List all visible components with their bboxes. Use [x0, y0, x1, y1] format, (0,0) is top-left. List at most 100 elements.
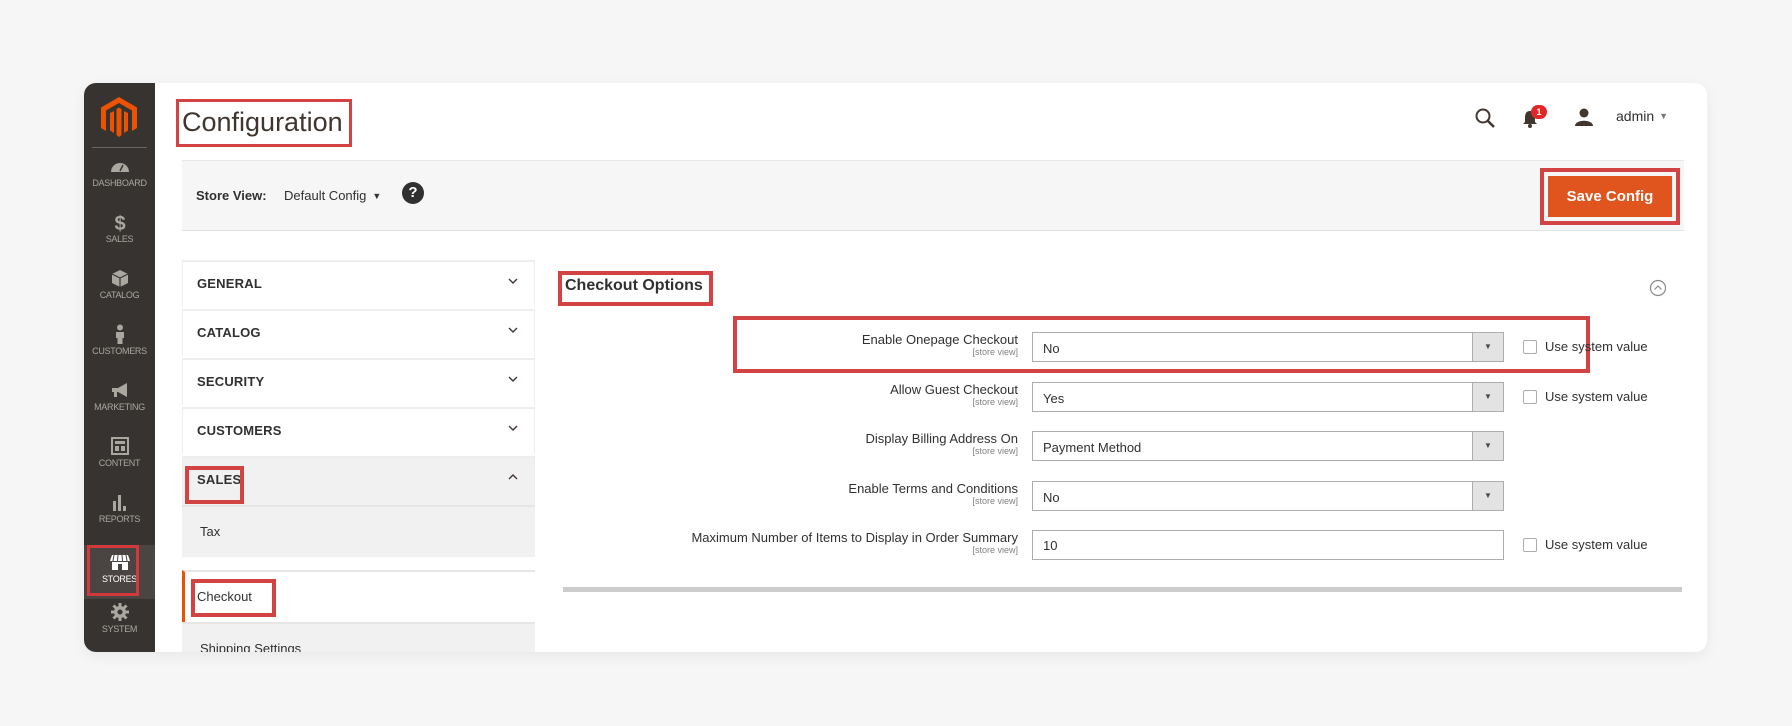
box-icon [111, 270, 128, 287]
config-item-label: Shipping Settings [200, 641, 302, 652]
sidebar-item-marketing[interactable]: Marketing [84, 379, 155, 435]
field-label: Enable Onepage Checkout [store view] [862, 332, 1018, 358]
sidebar-item-reports[interactable]: Reports [84, 491, 155, 547]
save-config-button[interactable]: Save Config [1548, 176, 1672, 217]
field-row-display-billing-address-on: Display Billing Address On [store view] … [554, 431, 1654, 463]
sidebar-item-catalog[interactable]: Catalog [84, 267, 155, 323]
config-item-label: Tax [200, 524, 221, 539]
dashboard-icon [110, 163, 129, 172]
config-section-security[interactable]: SECURITY [182, 358, 535, 405]
sidebar-item-label: System [101, 624, 138, 634]
admin-sidebar: Dashboard $ Sales Catalog Customers Mark… [84, 83, 155, 652]
chevron-up-icon [508, 474, 518, 480]
max-items-order-summary-input[interactable] [1032, 530, 1504, 560]
section-label: CUSTOMERS [197, 423, 282, 438]
field-label-text: Enable Onepage Checkout [861, 332, 1018, 347]
chevron-down-icon: ▼ [1659, 111, 1669, 121]
config-section-catalog[interactable]: CATALOG [182, 309, 535, 356]
admin-user-menu[interactable]: admin ▼ [1616, 108, 1668, 124]
stores-highlight-box [87, 545, 139, 596]
collapse-section-icon[interactable] [1649, 279, 1667, 297]
sidebar-divider [92, 147, 147, 148]
sidebar-item-label: Sales [105, 234, 134, 244]
field-label-text: Allow Guest Checkout [890, 382, 1018, 397]
dropdown-arrow-icon: ▼ [1472, 383, 1503, 411]
sidebar-item-label: Catalog [99, 290, 140, 300]
field-label: Allow Guest Checkout [store view] [890, 382, 1018, 408]
sidebar-item-label: Dashboard [92, 178, 147, 188]
field-row-max-items-order-summary: Maximum Number of Items to Display in Or… [554, 530, 1654, 562]
checkout-options-heading[interactable]: Checkout Options [565, 277, 703, 295]
field-label-text: Maximum Number of Items to Display in Or… [691, 530, 1018, 545]
admin-username: admin [1616, 108, 1655, 124]
sidebar-item-label: Reports [98, 514, 141, 524]
config-section-customers[interactable]: CUSTOMERS [182, 407, 535, 454]
sidebar-item-sales[interactable]: $ Sales [84, 211, 155, 267]
checkbox-label: Use system value [1545, 389, 1648, 404]
field-row-allow-guest-checkout: Allow Guest Checkout [store view] Yes ▼ … [554, 382, 1654, 414]
field-scope: [store view] [972, 446, 1018, 456]
select-value: No [1043, 341, 1060, 356]
field-label: Display Billing Address On [store view] [866, 431, 1018, 457]
display-billing-address-on-select[interactable]: Payment Method ▼ [1032, 431, 1504, 461]
dropdown-arrow-icon: ▼ [1472, 482, 1503, 510]
field-row-enable-terms-and-conditions: Enable Terms and Conditions [store view]… [554, 481, 1654, 513]
store-view-label: Store View: [196, 188, 267, 203]
checkbox-label: Use system value [1545, 339, 1648, 354]
section-divider [563, 587, 1682, 592]
enable-onepage-checkout-select[interactable]: No ▼ [1032, 332, 1504, 362]
chevron-down-icon [508, 425, 518, 431]
field-scope: [store view] [972, 545, 1018, 555]
config-section-general[interactable]: GENERAL [182, 260, 535, 307]
checkbox-box [1523, 538, 1537, 552]
checkbox-box [1523, 340, 1537, 354]
chevron-down-icon [508, 278, 518, 284]
section-label: CATALOG [197, 325, 261, 340]
field-scope: [store view] [972, 347, 1018, 357]
chevron-down-icon [508, 376, 518, 382]
dollar-icon: $ [114, 213, 125, 233]
config-section-nav: GENERAL CATALOG SECURITY CUSTOMERS SALES… [182, 260, 535, 652]
sidebar-item-label: Marketing [94, 402, 145, 412]
sidebar-item-dashboard[interactable]: Dashboard [84, 155, 155, 211]
config-item-tax[interactable]: Tax [182, 505, 535, 557]
sidebar-item-system[interactable]: System [84, 601, 155, 652]
svg-text:$: $ [114, 213, 125, 233]
sidebar-item-customers[interactable]: Customers [84, 323, 155, 379]
search-icon[interactable] [1474, 107, 1496, 129]
person-icon [115, 324, 124, 344]
megaphone-icon [111, 383, 127, 397]
store-view-bar: Store View: Default Config ▼ ? [182, 160, 1684, 231]
checkbox-label: Use system value [1545, 537, 1648, 552]
field-label: Maximum Number of Items to Display in Or… [691, 530, 1018, 556]
magento-logo-icon[interactable] [98, 95, 140, 139]
user-icon[interactable] [1574, 107, 1594, 127]
store-view-switcher[interactable]: Default Config ▼ [284, 188, 381, 203]
field-label-text: Enable Terms and Conditions [848, 481, 1018, 496]
help-icon[interactable]: ? [402, 182, 424, 204]
field-row-enable-onepage-checkout: Enable Onepage Checkout [store view] No … [554, 332, 1654, 364]
page-title: Configuration [182, 107, 343, 137]
field-label: Enable Terms and Conditions [store view] [848, 481, 1018, 507]
notification-badge: 1 [1531, 105, 1547, 119]
section-label: GENERAL [197, 276, 262, 291]
sidebar-item-label: Customers [92, 346, 147, 356]
enable-terms-and-conditions-select[interactable]: No ▼ [1032, 481, 1504, 511]
sidebar-item-label: Content [98, 458, 141, 468]
store-view-value: Default Config [284, 188, 367, 203]
field-label-text: Display Billing Address On [865, 431, 1018, 446]
field-scope: [store view] [972, 397, 1018, 407]
checkout-highlight-box [191, 579, 276, 617]
allow-guest-checkout-select[interactable]: Yes ▼ [1032, 382, 1504, 412]
select-value: Payment Method [1043, 440, 1142, 455]
notifications-button[interactable]: 1 [1521, 105, 1547, 129]
select-value: Yes [1043, 391, 1065, 406]
sidebar-item-content[interactable]: Content [84, 435, 155, 491]
config-item-shipping-settings[interactable]: Shipping Settings [182, 622, 535, 652]
field-scope: [store view] [972, 496, 1018, 506]
chevron-down-icon: ▼ [372, 191, 382, 201]
select-value: No [1043, 490, 1060, 505]
section-label: SECURITY [197, 374, 265, 389]
sales-highlight-box [185, 466, 244, 504]
dropdown-arrow-icon: ▼ [1472, 432, 1503, 460]
